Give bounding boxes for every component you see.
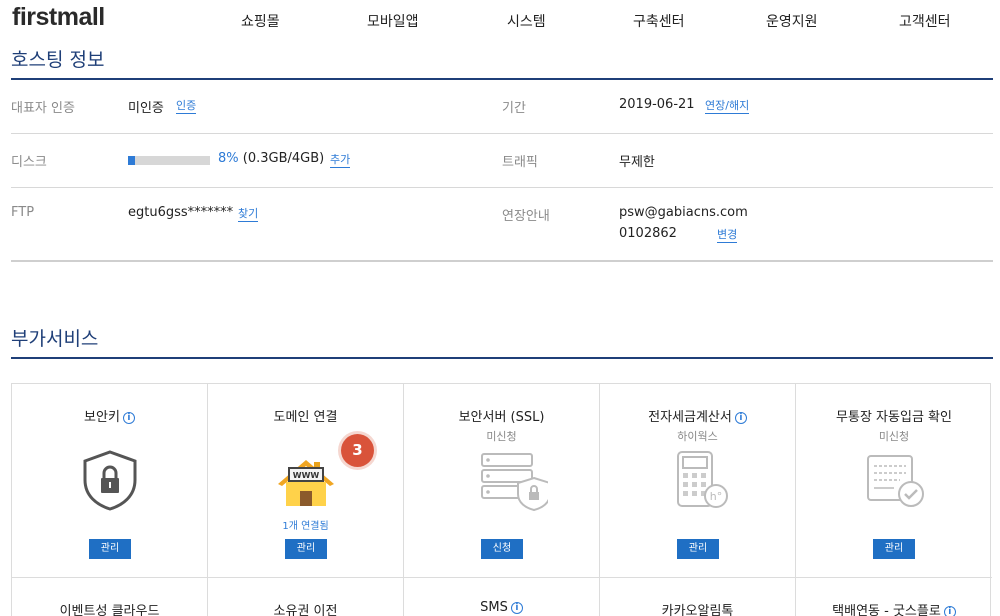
e-tax-manage-button[interactable]: 관리 — [677, 539, 719, 559]
service-title: 보안서버 (SSL) — [458, 410, 545, 425]
service-card-ownership-transfer: 소유권 이전 — [208, 578, 404, 616]
domain-manage-button[interactable]: 관리 — [285, 539, 327, 559]
service-card-ssl: 보안서버 (SSL) 미신청 신청 — [404, 384, 600, 578]
service-card-goodsflow: 택배연동 - 굿스플로 i — [796, 578, 992, 616]
service-title: 택배연동 - 굿스플로 i — [796, 600, 992, 616]
www-house-icon: WWW — [278, 460, 334, 506]
disk-add-link[interactable]: 추가 — [330, 153, 351, 168]
service-title: 무통장 자동입금 확인 — [836, 410, 952, 425]
svg-text:WWW: WWW — [293, 471, 320, 480]
nav-item-system[interactable]: 시스템 — [507, 11, 546, 31]
ssl-status: 미신청 — [486, 430, 517, 443]
info-icon[interactable]: i — [943, 606, 956, 616]
service-title: 도메인 연결 — [273, 410, 338, 425]
service-card-event-cloud: 이벤트성 클라우드 — [12, 578, 208, 616]
service-card-auto-deposit: 무통장 자동입금 확인 미신청 관리 — [796, 384, 992, 578]
disk-usage-amount: (0.3GB/4GB) — [242, 151, 325, 166]
svg-text:h°: h° — [710, 490, 722, 503]
info-icon[interactable]: i — [122, 412, 135, 424]
renew-email: psw@gabiacns.com — [619, 205, 748, 220]
services-title-divider — [11, 357, 993, 359]
disk-usage-bar — [128, 156, 210, 165]
info-icon[interactable]: i — [734, 412, 747, 424]
owner-auth-value: 미인증 — [128, 101, 164, 116]
nav-item-customer-center[interactable]: 고객센터 — [899, 11, 951, 31]
disk-usage-fill — [128, 156, 135, 165]
service-title: 전자세금계산서 i — [600, 406, 795, 425]
nav-item-shoppingmall[interactable]: 쇼핑몰 — [241, 11, 280, 31]
service-title: 보안키 i — [12, 406, 207, 425]
service-card-domain: 도메인 연결 WWW 1개 연결됨 관리 — [208, 384, 404, 578]
service-card-sms: SMS i — [404, 578, 600, 616]
ssl-apply-button[interactable]: 신청 — [481, 539, 523, 559]
row-divider — [11, 187, 993, 188]
renew-phone: 0102862 — [619, 226, 677, 241]
security-key-manage-button[interactable]: 관리 — [89, 539, 131, 559]
service-card-security-key: 보안키 i 관리 — [12, 384, 208, 578]
ftp-label: FTP — [11, 205, 35, 220]
domain-connected-count: 1개 연결됨 — [282, 521, 329, 532]
ftp-find-link[interactable]: 찾기 — [238, 207, 259, 222]
nav-item-operation-support[interactable]: 운영지원 — [766, 11, 818, 31]
notification-badge[interactable]: 3 — [341, 434, 374, 467]
renew-guide-label: 연장안내 — [502, 209, 550, 224]
services-grid: 보안키 i 관리 도메인 연결 WWW 1개 연결됨 관리 보안서버 (SSL) … — [11, 383, 992, 616]
renew-change-link[interactable]: 변경 — [717, 228, 738, 243]
e-tax-provider: 하이웍스 — [677, 430, 718, 443]
traffic-value: 무제한 — [619, 155, 655, 170]
service-title: SMS i — [404, 600, 599, 615]
traffic-label: 트래픽 — [502, 155, 538, 170]
top-navigation: firstmall 쇼핑몰 모바일앱 시스템 구축센터 운영지원 고객센터 — [0, 0, 1000, 44]
hosting-bottom-divider — [11, 260, 993, 262]
hosting-info-title: 호스팅 정보 — [11, 49, 105, 71]
disk-label: 디스크 — [11, 155, 47, 170]
service-card-kakao-alimtalk: 카카오알림톡 — [600, 578, 796, 616]
service-card-e-tax-invoice: 전자세금계산서 i 하이웍스 h° 관리 — [600, 384, 796, 578]
owner-auth-link[interactable]: 인증 — [176, 99, 197, 114]
auto-deposit-status: 미신청 — [878, 430, 910, 443]
period-extend-link[interactable]: 연장/해지 — [705, 99, 750, 114]
service-title: 카카오알림톡 — [661, 604, 734, 616]
nav-item-mobile-app[interactable]: 모바일앱 — [367, 11, 419, 31]
hosting-title-divider — [11, 78, 993, 80]
services-title: 부가서비스 — [11, 328, 99, 350]
calculator-icon: h° — [677, 451, 728, 508]
shield-lock-icon — [83, 450, 137, 511]
auto-deposit-manage-button[interactable]: 관리 — [873, 539, 915, 559]
info-icon[interactable]: i — [510, 602, 523, 614]
service-title: 소유권 이전 — [273, 604, 338, 616]
nav-item-build-center[interactable]: 구축센터 — [633, 11, 685, 31]
owner-auth-label: 대표자 인증 — [11, 101, 75, 116]
server-lock-icon — [481, 453, 548, 512]
period-label: 기간 — [502, 101, 526, 116]
period-value: 2019-06-21 — [619, 97, 695, 112]
row-divider — [11, 133, 993, 134]
bankbook-check-icon — [867, 455, 924, 507]
ftp-value: egtu6gss******* — [128, 205, 234, 220]
service-title: 이벤트성 클라우드 — [59, 604, 160, 616]
disk-usage-text: 8% (0.3GB/4GB) — [218, 151, 324, 166]
disk-percent: 8% — [218, 151, 239, 166]
firstmall-logo[interactable]: firstmall — [12, 3, 105, 32]
